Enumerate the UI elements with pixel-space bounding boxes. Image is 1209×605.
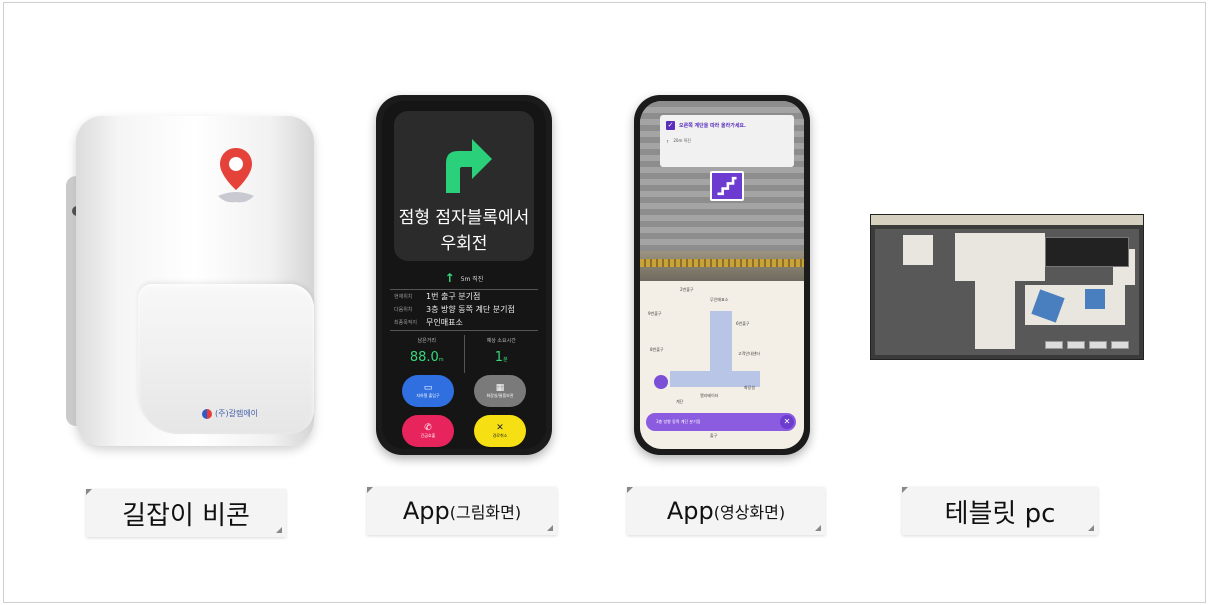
- map-area: [975, 279, 1015, 349]
- map-label: 엘리베이터: [700, 393, 719, 398]
- turn-right-arrow-icon: [446, 139, 492, 193]
- map-area: [903, 235, 933, 265]
- info-row-current: 현재위치 1번 출구 분기점: [390, 290, 538, 303]
- emergency-call-button[interactable]: ✆ 긴급호출: [402, 415, 454, 447]
- map-label: 2번출구: [680, 287, 694, 292]
- info-row-destination: 최종목적지 무인매표소: [390, 316, 538, 329]
- beacon-device-image: (주)갈렙에이: [66, 116, 321, 448]
- instruction-banner: ✓ 오른쪽 계단을 따라 올라가세요. ↑ 20m 직진: [660, 115, 794, 167]
- step-text: 5m 직진: [460, 275, 484, 283]
- label-app-drawing: App (그림화면): [367, 487, 557, 535]
- route-text: 3층 방향 동쪽 계단 분기점: [656, 419, 701, 424]
- current-location-icon[interactable]: [654, 375, 668, 389]
- phone-drawing-screen: 점형 점자블록에서 우회전 ↑ 5m 직진 현재위치 1번 출구 분기점 다음위…: [376, 95, 552, 455]
- stat-label: 남은거리: [417, 338, 436, 344]
- banner-step: 20m 직진: [673, 138, 691, 143]
- up-arrow-icon: ↑: [666, 138, 670, 144]
- camera-icon: ▭: [423, 383, 433, 393]
- label-tablet: 테블릿 pc: [902, 487, 1098, 535]
- map-highlight: [1085, 289, 1105, 309]
- stat-value: 1분: [494, 350, 508, 365]
- tablet-buttons: [1045, 341, 1129, 349]
- stat-value: 88.0m: [409, 350, 444, 365]
- phone-icon: ✆: [424, 423, 432, 433]
- label-text: 테블릿 pc: [944, 498, 1056, 529]
- label-subtext: (그림화면): [449, 503, 522, 522]
- phone2-screen: ✓ 오른쪽 계단을 따라 올라가세요. ↑ 20m 직진 2번출구 무인매표소 …: [640, 101, 804, 449]
- nav-instruction-line2: 우회전: [440, 234, 488, 254]
- stairs-icon: [710, 171, 744, 201]
- location-pin-icon: [218, 148, 254, 203]
- tablet-button[interactable]: [1089, 341, 1107, 349]
- beacon-brand-logo: (주)갈렙에이: [202, 408, 258, 419]
- label-app-video: App (영상화면): [627, 487, 825, 535]
- up-arrow-icon: ↑: [444, 271, 455, 285]
- map-label: 무인매표소: [710, 297, 729, 302]
- info-value: 3층 방향 동쪽 계단 분기점: [426, 305, 515, 314]
- tablet-button[interactable]: [1045, 341, 1063, 349]
- tablet-button[interactable]: [1067, 341, 1085, 349]
- cancel-route-button[interactable]: ✕ 경로취소: [474, 415, 526, 447]
- info-value: 1번 출구 분기점: [426, 292, 481, 301]
- restroom-button[interactable]: ▦ 화장실/물품보관: [474, 375, 526, 407]
- check-icon: ✓: [666, 121, 675, 130]
- tablet-button[interactable]: [1111, 341, 1129, 349]
- label-text: App: [402, 497, 450, 525]
- tactile-paving: [640, 259, 804, 267]
- close-icon[interactable]: ✕: [780, 415, 794, 429]
- map-label: 6번출구: [736, 321, 750, 326]
- map-label: 계단: [676, 399, 684, 404]
- phone-video-screen: ✓ 오른쪽 계단을 따라 올라가세요. ↑ 20m 직진 2번출구 무인매표소 …: [634, 95, 810, 455]
- map-label: 고객안내센터: [738, 351, 761, 356]
- nav-instruction-line1: 점형 점자블록에서: [398, 208, 530, 228]
- info-key: 현재위치: [394, 294, 413, 300]
- action-buttons: ▭ 지하철 출입구 ▦ 화장실/물품보관 ✆ 긴급호출 ✕ 경로취소: [402, 375, 526, 447]
- button-label: 경로취소: [492, 433, 508, 438]
- button-label: 지하철 출입구: [416, 393, 440, 398]
- stat-remaining-distance: 남은거리 88.0m: [390, 335, 465, 373]
- map-area: [955, 233, 1045, 281]
- map-label: 9번출구: [648, 311, 662, 316]
- route-card[interactable]: 3층 방향 동쪽 계단 분기점 ✕: [646, 413, 796, 431]
- subway-exit-button[interactable]: ▭ 지하철 출입구: [402, 375, 454, 407]
- info-key: 다음위치: [394, 307, 413, 313]
- step-row: ↑ 5m 직진: [382, 271, 546, 285]
- brand-name: (주)갈렙에이: [215, 409, 259, 418]
- map-label: 화장실: [744, 385, 756, 390]
- route-info-box: 현재위치 1번 출구 분기점 다음위치 3층 방향 동쪽 계단 분기점 최종목적…: [390, 289, 538, 331]
- route-stats: 남은거리 88.0m 예상 소요시간 1분: [390, 335, 538, 373]
- banner-text: 오른쪽 계단을 따라 올라가세요.: [679, 123, 746, 129]
- map-label: 8번출구: [650, 347, 664, 352]
- locker-icon: ▦: [495, 383, 505, 393]
- button-label: 화장실/물품보관: [486, 393, 514, 398]
- brand-logo-icon: [202, 408, 212, 419]
- banner-row: ✓ 오른쪽 계단을 따라 올라가세요.: [660, 115, 794, 130]
- stat-estimated-time: 예상 소요시간 1분: [465, 335, 539, 373]
- slide-frame: (주)갈렙에이 점형 점자블록에서 우회전 ↑ 5m 직진 현재위치 1번 출구…: [3, 2, 1206, 603]
- stat-label: 예상 소요시간: [486, 338, 516, 344]
- info-value: 무인매표소: [426, 318, 463, 327]
- info-row-next: 다음위치 3층 방향 동쪽 계단 분기점: [390, 303, 538, 316]
- banner-step-row: ↑ 20m 직진: [660, 130, 794, 144]
- phone1-screen: 점형 점자블록에서 우회전 ↑ 5m 직진 현재위치 1번 출구 분기점 다음위…: [382, 101, 546, 449]
- close-icon: ✕: [496, 423, 504, 433]
- map-label: 출구: [710, 433, 718, 438]
- label-beacon: 길잡이 비콘: [86, 489, 286, 537]
- tablet-toolbar: [871, 215, 1143, 225]
- label-subtext: (영상화면): [713, 503, 786, 522]
- info-key: 최종목적지: [394, 320, 418, 326]
- label-text: 길잡이 비콘: [122, 500, 250, 531]
- tablet-pc-screen: [870, 214, 1144, 360]
- button-label: 긴급호출: [420, 433, 436, 438]
- label-text: App: [666, 497, 714, 525]
- tablet-control-panel[interactable]: [1045, 237, 1129, 267]
